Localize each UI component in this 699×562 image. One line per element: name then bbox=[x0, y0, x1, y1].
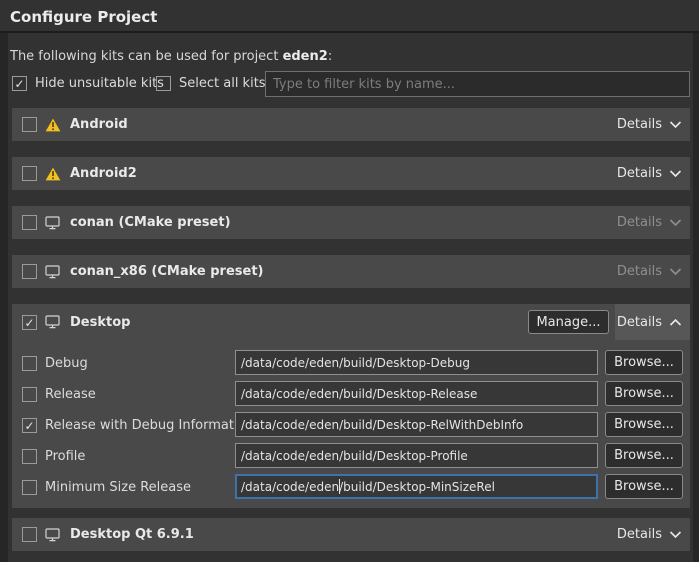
config-checkbox[interactable] bbox=[22, 387, 37, 402]
kit-name: conan (CMake preset) bbox=[70, 215, 231, 230]
details-label: Details bbox=[617, 315, 662, 330]
chevron-down-icon bbox=[669, 530, 682, 539]
select-all-group: Select all kits bbox=[156, 76, 266, 91]
path-input-wrapper bbox=[235, 412, 598, 437]
build-dir-input[interactable] bbox=[235, 381, 598, 406]
config-label: Debug bbox=[45, 356, 88, 371]
path-input-wrapper bbox=[235, 443, 598, 468]
details-label: Details bbox=[617, 527, 662, 542]
kit-name: Desktop bbox=[70, 315, 130, 330]
details-button[interactable]: Details bbox=[617, 166, 682, 181]
warning-icon bbox=[45, 118, 61, 132]
config-checkbox[interactable] bbox=[22, 449, 37, 464]
details-label: Details bbox=[617, 117, 662, 132]
chevron-down-icon bbox=[669, 120, 682, 129]
browse-button[interactable]: Browse... bbox=[605, 474, 683, 499]
kit-name: Desktop Qt 6.9.1 bbox=[70, 527, 194, 542]
kit-checkbox[interactable] bbox=[22, 315, 37, 330]
desktop-icon bbox=[45, 265, 61, 279]
hide-unsuitable-group: Hide unsuitable kits bbox=[12, 76, 164, 91]
intro-text: The following kits can be used for proje… bbox=[10, 49, 332, 64]
chevron-down-icon bbox=[669, 267, 682, 276]
kit-checkbox[interactable] bbox=[22, 264, 37, 279]
kit-checkbox[interactable] bbox=[22, 527, 37, 542]
title-divider bbox=[0, 31, 699, 33]
chevron-down-icon bbox=[669, 218, 682, 227]
kit-row-conan-x86: conan_x86 (CMake preset) Details bbox=[12, 255, 690, 288]
config-label: Profile bbox=[45, 449, 85, 464]
kit-checkbox[interactable] bbox=[22, 117, 37, 132]
desktop-icon bbox=[45, 315, 61, 329]
intro-after: : bbox=[328, 49, 332, 64]
manage-kits-button[interactable]: Manage... bbox=[528, 310, 609, 334]
build-dir-input[interactable] bbox=[235, 412, 598, 437]
chevron-down-icon bbox=[669, 169, 682, 178]
configure-project-panel: Configure Project The following kits can… bbox=[0, 0, 699, 562]
right-edge bbox=[693, 33, 699, 562]
left-edge bbox=[0, 33, 8, 562]
details-button[interactable]: Details bbox=[617, 117, 682, 132]
kit-checkbox[interactable] bbox=[22, 215, 37, 230]
warning-icon bbox=[45, 167, 61, 181]
hide-unsuitable-checkbox[interactable] bbox=[12, 76, 27, 91]
path-input-wrapper bbox=[235, 381, 598, 406]
page-title: Configure Project bbox=[10, 8, 157, 26]
build-config-row-profile: Profile Browse... bbox=[12, 443, 690, 469]
build-config-row-relwithdebinfo: Release with Debug Information Browse... bbox=[12, 412, 690, 438]
intro-before: The following kits can be used for proje… bbox=[10, 49, 283, 64]
path-input-wrapper bbox=[235, 350, 598, 375]
config-label: Release bbox=[45, 387, 96, 402]
build-config-row-debug: Debug Browse... bbox=[12, 350, 690, 376]
details-button[interactable]: Details bbox=[617, 264, 682, 279]
project-name: eden2 bbox=[283, 49, 328, 64]
details-label: Details bbox=[617, 166, 662, 181]
config-label: Minimum Size Release bbox=[45, 480, 191, 495]
kit-row-desktop: Desktop Manage... Details Debug Browse..… bbox=[12, 304, 690, 508]
build-dir-input[interactable] bbox=[235, 443, 598, 468]
path-input-wrapper bbox=[235, 474, 598, 499]
config-checkbox[interactable] bbox=[22, 356, 37, 371]
kit-name: conan_x86 (CMake preset) bbox=[70, 264, 264, 279]
details-button[interactable]: Details bbox=[617, 527, 682, 542]
details-highlight-zone: Details bbox=[615, 304, 690, 340]
desktop-icon bbox=[45, 528, 61, 542]
kit-row-conan: conan (CMake preset) Details bbox=[12, 206, 690, 239]
build-dir-input[interactable] bbox=[235, 350, 598, 375]
browse-button[interactable]: Browse... bbox=[605, 381, 683, 406]
details-button[interactable]: Details bbox=[617, 215, 682, 230]
kit-name: Android2 bbox=[70, 166, 137, 181]
kit-row-desktop-qt: Desktop Qt 6.9.1 Details bbox=[12, 518, 690, 551]
config-label: Release with Debug Information bbox=[45, 418, 254, 433]
config-checkbox[interactable] bbox=[22, 418, 37, 433]
build-config-row-release: Release Browse... bbox=[12, 381, 690, 407]
kit-row-android: Android Details bbox=[12, 108, 690, 141]
kit-name: Android bbox=[70, 117, 128, 132]
kit-row-android2: Android2 Details bbox=[12, 157, 690, 190]
kit-checkbox[interactable] bbox=[22, 166, 37, 181]
select-all-label: Select all kits bbox=[179, 76, 266, 91]
browse-button[interactable]: Browse... bbox=[605, 412, 683, 437]
browse-button[interactable]: Browse... bbox=[605, 350, 683, 375]
browse-button[interactable]: Browse... bbox=[605, 443, 683, 468]
text-caret bbox=[339, 479, 340, 494]
chevron-up-icon bbox=[669, 318, 682, 327]
select-all-checkbox[interactable] bbox=[156, 76, 171, 91]
details-label: Details bbox=[617, 215, 662, 230]
desktop-kit-header: Desktop Manage... Details bbox=[12, 304, 690, 340]
build-dir-input[interactable] bbox=[235, 474, 598, 499]
kit-filter-input[interactable] bbox=[265, 71, 690, 97]
build-config-row-minsizerel: Minimum Size Release Browse... bbox=[12, 474, 690, 500]
desktop-icon bbox=[45, 216, 61, 230]
hide-unsuitable-label: Hide unsuitable kits bbox=[35, 76, 164, 91]
details-label: Details bbox=[617, 264, 662, 279]
config-checkbox[interactable] bbox=[22, 480, 37, 495]
details-button[interactable]: Details bbox=[617, 315, 682, 330]
